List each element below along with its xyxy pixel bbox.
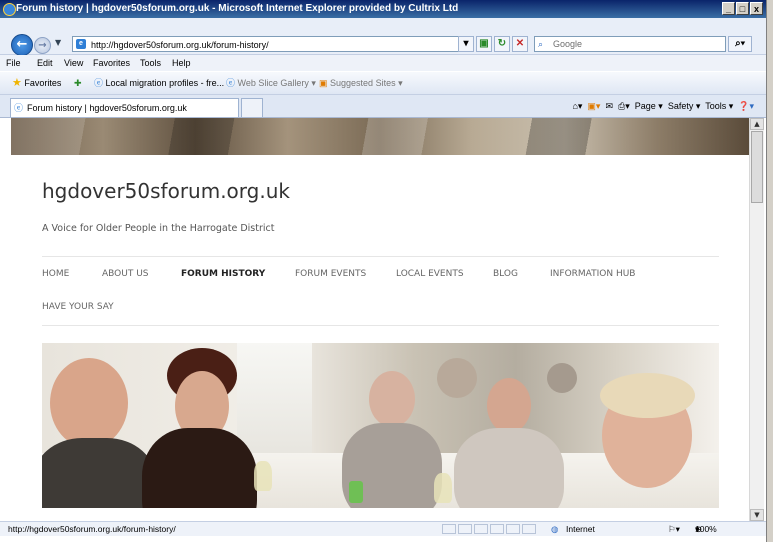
- nav-blog[interactable]: BLOG: [493, 269, 518, 279]
- address-url: http://hgdover50sforum.org.uk/forum-hist…: [91, 40, 269, 50]
- security-zone[interactable]: Internet: [566, 522, 595, 536]
- favorites-label: Favorites: [24, 78, 62, 88]
- web-page: hgdover50sforum.org.uk A Voice for Older…: [11, 118, 749, 508]
- window-title-bar[interactable]: Forum history | hgdover50sforum.org.uk -…: [0, 0, 766, 18]
- scroll-up-arrow[interactable]: ▲: [750, 118, 764, 130]
- vertical-scrollbar[interactable]: ▲ ▼: [749, 118, 764, 521]
- main-navigation: HOME ABOUT US FORUM HISTORY FORUM EVENTS…: [42, 256, 719, 326]
- feeds-icon[interactable]: ▣▾: [587, 101, 600, 111]
- stop-button[interactable]: ✕: [512, 36, 528, 52]
- page-icon: ⓔ: [94, 78, 104, 88]
- favorites-button[interactable]: ★ Favorites: [12, 72, 61, 94]
- close-button[interactable]: x: [750, 2, 763, 15]
- search-box[interactable]: ⌕ Google: [534, 36, 726, 52]
- scroll-down-arrow[interactable]: ▼: [750, 509, 764, 521]
- back-button[interactable]: ←: [11, 34, 33, 56]
- home-icon[interactable]: ⌂▾: [572, 101, 582, 111]
- status-bar: http://hgdover50sforum.org.uk/forum-hist…: [0, 521, 766, 536]
- internet-zone-icon: ◍: [551, 524, 559, 534]
- favorite-link-migration[interactable]: ⓔ Local migration profiles - fre...: [94, 72, 224, 94]
- address-bar[interactable]: e http://hgdover50sforum.org.uk/forum-hi…: [72, 36, 472, 52]
- nav-forum-events[interactable]: FORUM EVENTS: [295, 269, 366, 279]
- status-url: http://hgdover50sforum.org.uk/forum-hist…: [8, 524, 176, 534]
- status-cell: [474, 524, 488, 534]
- nav-forum-history[interactable]: FORUM HISTORY: [181, 269, 265, 279]
- menu-tools[interactable]: Tools: [140, 55, 161, 71]
- suggested-sites-label: Suggested Sites ▾: [330, 78, 403, 88]
- menu-bar: File Edit View Favorites Tools Help: [0, 55, 766, 71]
- menu-favorites[interactable]: Favorites: [93, 55, 130, 71]
- new-tab-button[interactable]: [241, 98, 263, 117]
- tab-title: Forum history | hgdover50sforum.org.uk: [27, 103, 187, 113]
- nav-home[interactable]: HOME: [42, 269, 69, 279]
- forward-button[interactable]: →: [34, 37, 51, 54]
- zoom-level[interactable]: ⊕ 100% ▾: [695, 522, 717, 536]
- nav-have-your-say[interactable]: HAVE YOUR SAY: [42, 302, 114, 312]
- group-photo: [42, 343, 719, 508]
- help-icon[interactable]: ❓▾: [738, 101, 754, 111]
- web-slice-gallery-label: Web Slice Gallery ▾: [237, 78, 316, 88]
- status-cell: [506, 524, 520, 534]
- protected-mode-icon[interactable]: ⚐▾: [668, 522, 680, 536]
- suggested-sites[interactable]: ▣ Suggested Sites ▾: [319, 72, 403, 94]
- star-icon: ★: [12, 77, 22, 89]
- zoom-value: 100%: [695, 524, 717, 534]
- window-title: Forum history | hgdover50sforum.org.uk -…: [16, 3, 459, 14]
- nav-information-hub[interactable]: INFORMATION HUB: [550, 269, 635, 279]
- minimize-button[interactable]: _: [722, 2, 735, 15]
- add-favorite-icon[interactable]: ✚: [74, 72, 82, 94]
- ie-logo-icon: [3, 3, 16, 16]
- web-slice-gallery[interactable]: ⓔ Web Slice Gallery ▾: [226, 72, 316, 94]
- command-bar: ⌂▾ ▣▾ ✉ ⎙▾ Page ▾ Safety ▾ Tools ▾ ❓▾: [572, 95, 754, 117]
- favorite-link-label: Local migration profiles - fre...: [105, 78, 225, 88]
- window-edge: [766, 0, 773, 542]
- refresh-button[interactable]: ↻: [494, 36, 510, 52]
- header-banner-image: [11, 118, 749, 155]
- site-tagline: A Voice for Older People in the Harrogat…: [42, 223, 275, 234]
- menu-help[interactable]: Help: [172, 55, 191, 71]
- tools-menu[interactable]: Tools ▾: [705, 101, 733, 111]
- page-icon: ⓔ: [226, 78, 236, 88]
- menu-view[interactable]: View: [64, 55, 83, 71]
- safety-menu[interactable]: Safety ▾: [668, 101, 701, 111]
- compatibility-view-icon[interactable]: ▣: [476, 36, 492, 52]
- page-icon: e: [76, 39, 86, 49]
- status-cell: [458, 524, 472, 534]
- tab-forum-history[interactable]: ⓔ Forum history | hgdover50sforum.org.uk: [10, 98, 239, 117]
- tab-ie-icon: ⓔ: [14, 103, 24, 113]
- nav-about-us[interactable]: ABOUT US: [102, 269, 149, 279]
- status-cell: [442, 524, 456, 534]
- mail-icon[interactable]: ✉: [605, 101, 613, 111]
- suggested-sites-icon: ▣: [319, 78, 328, 88]
- scroll-thumb[interactable]: [751, 131, 763, 203]
- nav-local-events[interactable]: LOCAL EVENTS: [396, 269, 464, 279]
- print-icon[interactable]: ⎙▾: [618, 101, 630, 111]
- search-provider-icon: ⌕: [538, 39, 544, 49]
- status-cell: [522, 524, 536, 534]
- search-placeholder: Google: [553, 39, 583, 49]
- history-dropdown-icon[interactable]: ▼: [55, 38, 61, 47]
- site-title[interactable]: hgdover50sforum.org.uk: [42, 179, 290, 203]
- status-cell: [490, 524, 504, 534]
- favorites-bar: ★ Favorites ✚ ⓔ Local migration profiles…: [0, 72, 766, 95]
- maximize-button[interactable]: □: [736, 2, 749, 15]
- menu-file[interactable]: File: [6, 55, 21, 71]
- address-dropdown-button[interactable]: ▾: [458, 36, 474, 52]
- tab-bar: ⓔ Forum history | hgdover50sforum.org.uk…: [0, 95, 766, 118]
- menu-edit[interactable]: Edit: [37, 55, 53, 71]
- page-menu[interactable]: Page ▾: [635, 101, 663, 111]
- search-button[interactable]: ⌕▾: [728, 36, 752, 52]
